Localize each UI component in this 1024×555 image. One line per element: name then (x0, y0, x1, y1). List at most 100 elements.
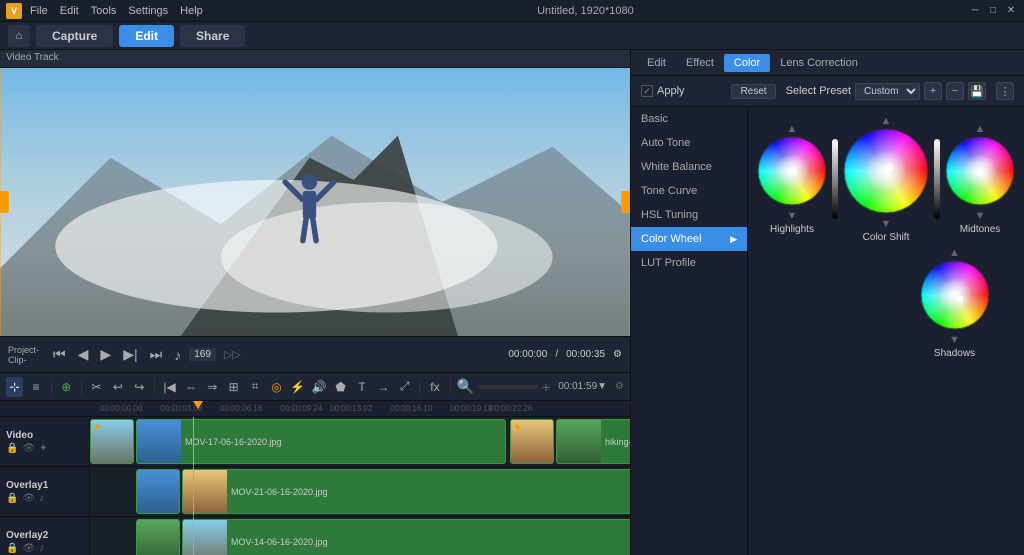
overlay1-audio-button[interactable]: ♪ (39, 493, 44, 504)
tool-split[interactable]: ⇔ (182, 377, 199, 397)
frame-count: ⚙ (613, 349, 622, 360)
overlay1-clip-2[interactable]: MOV-21-06-16-2020.jpg (182, 469, 630, 514)
shadows-arrow-down[interactable]: ▼ (949, 334, 960, 346)
delete-preset-button[interactable]: − (946, 82, 964, 100)
edit-item-hsltuning[interactable]: HSL Tuning (631, 203, 747, 227)
tab-lens-correction[interactable]: Lens Correction (770, 54, 868, 72)
menu-settings[interactable]: Settings (128, 5, 168, 17)
add-preset-button[interactable]: + (924, 82, 942, 100)
tool-fx[interactable]: fx (426, 377, 443, 397)
maximize-button[interactable]: □ (986, 4, 1000, 18)
tool-prev[interactable]: |◀ (161, 377, 178, 397)
reset-button[interactable]: Reset (731, 84, 775, 99)
go-start-button[interactable]: ⏮ (49, 344, 70, 365)
tab-effect[interactable]: Effect (676, 54, 724, 72)
tool-color[interactable]: ◎ (268, 377, 285, 397)
zoom-out-button[interactable]: 🔍 (457, 378, 474, 395)
next-frame-button[interactable]: ▶| (119, 344, 141, 365)
overlay1-clip-1[interactable] (136, 469, 180, 514)
save-preset-button[interactable]: 💾 (968, 82, 986, 100)
track-options[interactable]: ⚙ (615, 381, 624, 392)
edit-item-autotone-label: Auto Tone (641, 137, 690, 149)
edit-item-lutprofile[interactable]: LUT Profile (631, 251, 747, 275)
overlay2-clip-1[interactable] (136, 519, 180, 555)
edit-item-tonecurve[interactable]: Tone Curve (631, 179, 747, 203)
tool-redo[interactable]: ↪ (131, 377, 148, 397)
menu-help[interactable]: Help (180, 5, 203, 17)
home-button[interactable]: ⌂ (8, 25, 30, 47)
apply-label: Apply (657, 85, 685, 97)
tool-select[interactable]: ⊹ (6, 377, 23, 397)
minimize-button[interactable]: ─ (968, 4, 982, 18)
tool-zoom-in[interactable]: ⊞ (225, 377, 242, 397)
tool-speed[interactable]: ⚡ (289, 377, 306, 397)
v-slider-1[interactable] (832, 139, 838, 219)
menu-tools[interactable]: Tools (91, 5, 117, 17)
play-button[interactable]: ▶ (96, 344, 115, 365)
video-eye-button[interactable]: 👁 (22, 443, 35, 454)
tool-crop[interactable]: ⌗ (246, 377, 263, 397)
overlay2-audio-button[interactable]: ♪ (39, 543, 44, 554)
zoom-level[interactable]: 00:01:59▼ (558, 381, 607, 392)
video-clip-4[interactable]: hiking-trip-video (556, 419, 630, 464)
edit-item-colorwheel[interactable]: Color Wheel ▶ (631, 227, 747, 251)
speed-display[interactable]: 169 (189, 348, 216, 361)
preset-select[interactable]: Custom Default Warm Cool (855, 83, 920, 100)
video-star-button[interactable]: ✦ (39, 443, 47, 454)
edit-item-basic[interactable]: Basic (631, 107, 747, 131)
titlebar: V File Edit Tools Settings Help Untitled… (0, 0, 1024, 22)
midtones-arrow-up[interactable]: ▲ (975, 123, 986, 135)
video-clip-2[interactable]: MOV-17-06-16-2020.jpg (136, 419, 506, 464)
shadows-arrow-up[interactable]: ▲ (949, 247, 960, 259)
edit-item-whitebalance[interactable]: White Balance (631, 155, 747, 179)
highlights-wheel-wrap (756, 135, 828, 210)
v-slider-2[interactable] (934, 139, 940, 219)
overlay2-eye-button[interactable]: 👁 (22, 543, 35, 554)
highlights-arrow-up[interactable]: ▲ (787, 123, 798, 135)
colorshift-arrow-up[interactable]: ▲ (881, 115, 892, 127)
prev-frame-button[interactable]: ◀ (74, 344, 93, 365)
menu-file[interactable]: File (30, 5, 48, 17)
tab-edit[interactable]: Edit (637, 54, 676, 72)
tab-color[interactable]: Color (724, 54, 770, 72)
colorshift-color-wheel[interactable] (842, 127, 930, 215)
zoom-slider[interactable] (478, 385, 538, 389)
tool-track[interactable]: ≡ (27, 377, 44, 397)
overlay1-lock-button[interactable]: 🔒 (6, 493, 18, 504)
tool-arrow[interactable]: → (375, 377, 392, 397)
midtones-arrow-down[interactable]: ▼ (975, 210, 986, 222)
tool-mask[interactable]: ⬟ (332, 377, 349, 397)
go-end-button[interactable]: ⏭ (146, 344, 167, 365)
highlights-arrow-down[interactable]: ▼ (787, 210, 798, 222)
zoom-in-button[interactable]: + (542, 379, 550, 395)
clip-star-badge: ★ (93, 422, 102, 433)
video-clip-3[interactable]: ★ (510, 419, 554, 464)
share-tab[interactable]: Share (180, 25, 245, 47)
colorshift-arrow-down[interactable]: ▼ (881, 218, 892, 230)
capture-tab[interactable]: Capture (36, 25, 113, 47)
more-options-button[interactable]: ⋮ (996, 82, 1014, 100)
video-lock-button[interactable]: 🔒 (6, 443, 18, 454)
tool-join[interactable]: ⇒ (204, 377, 221, 397)
edit-tab[interactable]: Edit (119, 25, 174, 47)
tool-expand[interactable]: ⤢ (396, 377, 413, 397)
apply-checkbox[interactable] (641, 85, 653, 97)
menu-edit[interactable]: Edit (60, 5, 79, 17)
shadows-color-wheel[interactable] (919, 259, 991, 331)
overlay1-eye-button[interactable]: 👁 (22, 493, 35, 504)
tool-scissors[interactable]: ✂ (88, 377, 105, 397)
shadows-wheel-container: ▲ ▼ Shadows (919, 247, 991, 359)
close-button[interactable]: ✕ (1004, 4, 1018, 18)
tool-audio[interactable]: 🔊 (311, 377, 328, 397)
edit-item-autotone[interactable]: Auto Tone (631, 131, 747, 155)
tool-text[interactable]: T (353, 377, 370, 397)
volume-button[interactable]: ♪ (170, 345, 185, 365)
overlay2-clip-label: MOV-14-06-16-2020.jpg (227, 537, 332, 547)
tool-add-track[interactable]: ⊕ (58, 377, 75, 397)
playback-controls: Project- Clip- ⏮ ◀ ▶ ▶| ⏭ ♪ 169 ▷▷ 00:00… (0, 336, 630, 372)
overlay2-lock-button[interactable]: 🔒 (6, 543, 18, 554)
tool-undo[interactable]: ↩ (109, 377, 126, 397)
overlay2-clip-2[interactable]: MOV-14-06-16-2020.jpg (182, 519, 630, 555)
navbar: ⌂ Capture Edit Share (0, 22, 1024, 50)
video-clip-1[interactable]: ★ (90, 419, 134, 464)
